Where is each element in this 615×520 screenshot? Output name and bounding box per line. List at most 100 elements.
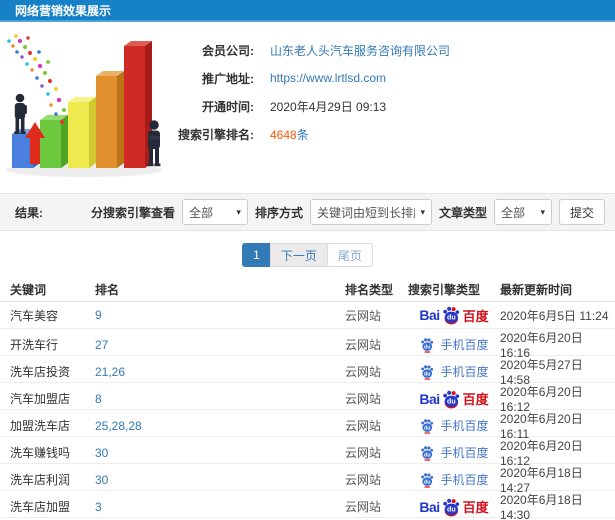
last-page-button[interactable]: 尾页 [326, 243, 373, 267]
keyword-cell: 洗车店利润 [10, 473, 71, 487]
svg-text:du: du [425, 371, 431, 377]
next-page-button[interactable]: 下一页 [269, 243, 328, 267]
baidu-mobile-paw-icon: du [421, 445, 434, 461]
keyword-cell: 汽车加盟店 [10, 392, 71, 406]
table-row: 洗车赚钱吗 30 云网站 du 手机百度 2020年6月20日 16:12 [0, 437, 615, 468]
member-info: 会员公司: 山东老人头汽车服务咨询有限公司 推广地址: https://www.… [168, 22, 450, 193]
table-row: 汽车加盟店 8 云网站 Bai du 百度 2020年6月20日 16:12 [0, 383, 615, 414]
rank-type-cell: 云网站 [345, 392, 382, 406]
baidu-paw-icon: du [442, 390, 459, 408]
svg-text:du: du [447, 397, 456, 405]
baidu-paw-icon: du [442, 498, 459, 516]
rank-cell[interactable]: 8 [95, 392, 345, 406]
keyword-cell: 汽车美容 [10, 308, 59, 323]
title-bar: 网络营销效果展示 [0, 0, 615, 22]
rank-cell[interactable]: 25,28,28 [95, 419, 345, 433]
businessman-figure-left [14, 93, 27, 134]
sort-select[interactable]: 关键词由短到长排序 ▾ [309, 199, 432, 225]
engine-cell: du 手机百度 [408, 444, 500, 461]
updated-cell: 2020年6月5日 11:24 [500, 308, 609, 323]
baidu-pc-logo: Bai du 百度 [419, 389, 489, 409]
open-time-label: 开通时间: [202, 99, 254, 114]
svg-text:du: du [447, 314, 456, 322]
info-row-company: 会员公司: 山东老人头汽车服务咨询有限公司 [168, 36, 450, 64]
submit-button[interactable]: 提交 [558, 199, 605, 225]
rank-cell[interactable]: 9 [95, 308, 345, 322]
table-body: 汽车美容 9 云网站 Bai du 百度 2020年6月5日 11:24 开洗车… [0, 302, 615, 520]
page-title: 网络营销效果展示 [15, 3, 112, 18]
svg-text:du: du [425, 425, 431, 431]
baidu-mobile-paw-icon: du [421, 364, 434, 380]
table-row: 洗车店利润 30 云网站 du 手机百度 2020年6月18日 14:27 [0, 464, 615, 495]
article-type-select-value: 全部 [500, 205, 525, 220]
engine-select[interactable]: 全部 ▾ [181, 199, 248, 225]
baidu-pc-logo: Bai du 百度 [419, 497, 489, 517]
rank-cell[interactable]: 27 [95, 338, 345, 352]
filter-bar: 结果: 分搜索引擎查看 全部 ▾ 排序方式 关键词由短到长排序 ▾ 文章类型 全… [0, 193, 615, 231]
engine-select-value: 全部 [188, 205, 213, 220]
rank-type-cell: 云网站 [345, 308, 382, 323]
svg-text:du: du [425, 479, 431, 485]
sort-filter-label: 排序方式 [254, 205, 303, 220]
article-type-select[interactable]: 全部 ▾ [493, 199, 552, 225]
rank-count-value: 4648条 [270, 126, 309, 143]
baidu-pc-logo: Bai du 百度 [419, 305, 489, 325]
keyword-cell: 加盟洗车店 [10, 419, 71, 433]
keyword-cell: 洗车店投资 [10, 365, 71, 379]
engine-cell: du 手机百度 [408, 363, 500, 380]
profile-section: 会员公司: 山东老人头汽车服务咨询有限公司 推广地址: https://www.… [0, 22, 615, 193]
rank-cell[interactable]: 3 [95, 500, 345, 514]
open-time-value: 2020年4月29日 09:13 [270, 99, 387, 114]
chevron-down-icon: ▾ [236, 206, 241, 217]
sort-select-value: 关键词由短到长排序 [316, 205, 416, 220]
page-1-button[interactable]: 1 [242, 243, 271, 267]
baidu-mobile-paw-icon: du [421, 337, 434, 353]
engine-cell: du 手机百度 [408, 417, 500, 434]
baidu-logo-text: Bai [419, 390, 440, 407]
baidu-logo-cn-text: 百度 [462, 500, 489, 515]
info-row-open-time: 开通时间: 2020年4月29日 09:13 [168, 92, 450, 120]
baidu-mobile-label: 手机百度 [440, 338, 489, 352]
engine-cell: Bai du 百度 [408, 305, 500, 325]
table-row: 洗车店投资 21,26 云网站 du 手机百度 2020年5月27日 14:58 [0, 356, 615, 387]
rank-type-cell: 云网站 [345, 365, 382, 379]
rank-cell[interactable]: 30 [95, 446, 345, 460]
filter-controls: 分搜索引擎查看 全部 ▾ 排序方式 关键词由短到长排序 ▾ 文章类型 全部 ▾ … [91, 199, 605, 225]
engine-cell: Bai du 百度 [408, 389, 500, 409]
svg-text:du: du [447, 505, 456, 513]
keyword-cell: 洗车赚钱吗 [10, 446, 71, 460]
article-type-label: 文章类型 [438, 205, 487, 220]
chevron-down-icon: ▾ [420, 206, 425, 217]
rank-type-cell: 云网站 [345, 446, 382, 460]
rank-cell[interactable]: 30 [95, 473, 345, 487]
baidu-mobile-logo: du 手机百度 [419, 363, 489, 380]
col-header-updated: 最新更新时间 [500, 282, 573, 297]
promo-url-link[interactable]: https://www.lrtlsd.com [270, 71, 386, 85]
baidu-mobile-logo: du 手机百度 [419, 471, 489, 488]
rank-cell[interactable]: 21,26 [95, 365, 345, 379]
baidu-logo-text: Bai [419, 307, 440, 323]
svg-text:du: du [425, 344, 431, 350]
engine-cell: Bai du 百度 [408, 497, 500, 517]
company-link[interactable]: 山东老人头汽车服务咨询有限公司 [270, 42, 450, 59]
baidu-mobile-paw-icon: du [421, 472, 434, 488]
engine-filter-label: 分搜索引擎查看 [90, 205, 175, 220]
bar-yellow [68, 97, 96, 168]
bar-red [124, 41, 152, 168]
pagination: 1 下一页 尾页 [0, 243, 615, 267]
rank-type-cell: 云网站 [345, 419, 382, 433]
bar-orange [96, 71, 124, 168]
col-header-rank-type: 排名类型 [345, 282, 394, 297]
baidu-logo-cn-text: 百度 [462, 308, 489, 324]
results-table: 关键词 排名 排名类型 搜索引擎类型 最新更新时间 汽车美容 9 云网站 Bai… [0, 277, 615, 520]
table-row: 加盟洗车店 25,28,28 云网站 du 手机百度 2020年6月20日 16… [0, 410, 615, 441]
company-label: 会员公司: [202, 43, 254, 58]
col-header-keyword: 关键词 [10, 282, 47, 297]
table-header-row: 关键词 排名 排名类型 搜索引擎类型 最新更新时间 [0, 277, 615, 302]
table-row: 洗车店加盟 3 云网站 Bai du 百度 2020年6月18日 14:30 [0, 491, 615, 520]
rank-type-cell: 云网站 [345, 473, 382, 487]
engine-cell: du 手机百度 [408, 336, 500, 353]
baidu-logo-text: Bai [419, 498, 440, 515]
baidu-paw-icon: du [442, 306, 459, 325]
svg-text:du: du [425, 452, 431, 458]
